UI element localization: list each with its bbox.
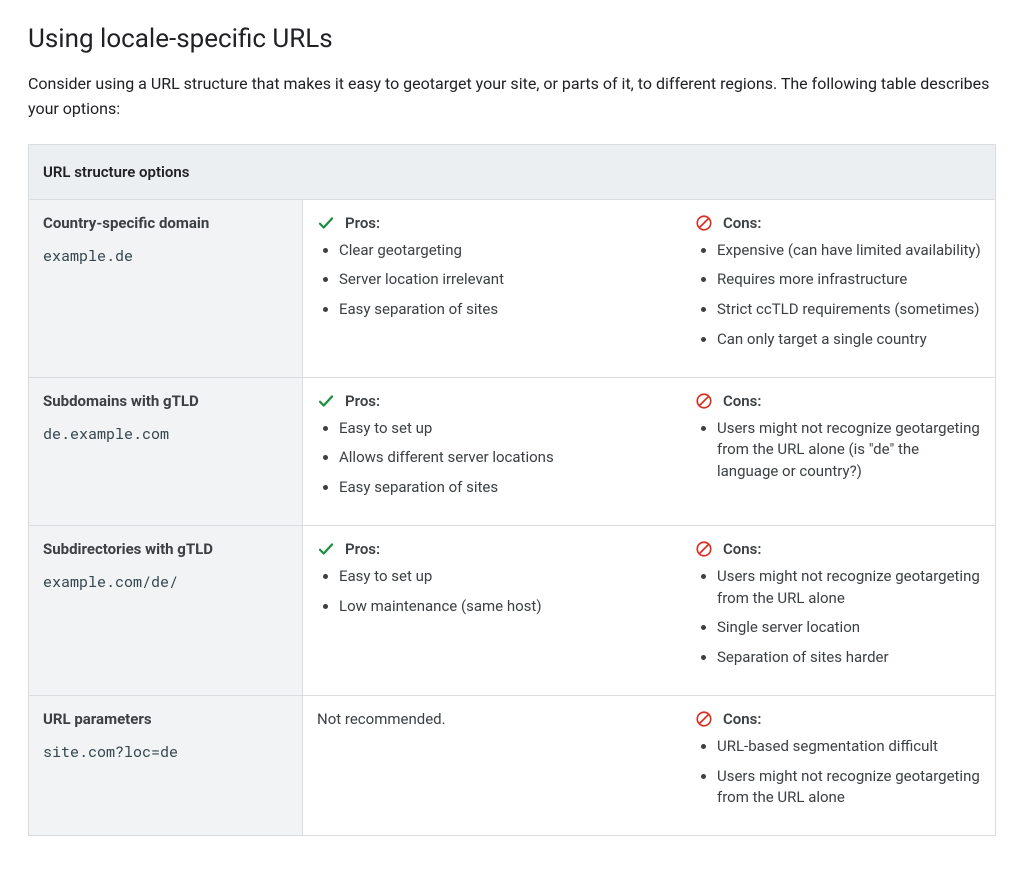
cons-list: Expensive (can have limited availability… (695, 240, 981, 351)
check-icon (317, 214, 335, 232)
list-item: Easy separation of sites (339, 477, 667, 499)
table-row: URL parameters site.com?loc=de Not recomme… (29, 695, 996, 835)
pros-cell: Pros: Easy to set up Allows different serv… (303, 377, 682, 525)
list-item: Strict ccTLD requirements (sometimes) (717, 299, 981, 321)
intro-paragraph: Consider using a URL structure that make… (28, 72, 996, 122)
pros-text: Not recommended. (317, 710, 667, 728)
pros-list: Clear geotargeting Server location irrele… (317, 240, 667, 321)
pros-list: Easy to set up Allows different server lo… (317, 418, 667, 499)
cons-cell: Cons: URL-based segmentation difficult Use… (681, 695, 996, 835)
pros-label: Pros: (345, 540, 380, 558)
list-item: Clear geotargeting (339, 240, 667, 262)
cons-cell: Cons: Users might not recognize geotarget… (681, 525, 996, 695)
option-example: site.com?loc=de (43, 742, 288, 762)
option-name: Country-specific domain (43, 214, 288, 232)
option-name: Subdirectories with gTLD (43, 540, 288, 558)
list-item: Server location irrelevant (339, 269, 667, 291)
table-header: URL structure options (29, 144, 996, 199)
table-row: Country-specific domain example.de Pros: Cl… (29, 199, 996, 377)
list-item: Easy separation of sites (339, 299, 667, 321)
prohibited-icon (695, 540, 713, 558)
option-example: example.com/de/ (43, 572, 288, 592)
cons-list: Users might not recognize geotargeting f… (695, 418, 981, 483)
cons-label-row: Cons: (695, 214, 981, 232)
pros-label: Pros: (345, 214, 380, 232)
list-item: Allows different server locations (339, 447, 667, 469)
cons-label-row: Cons: (695, 710, 981, 728)
option-example: de.example.com (43, 424, 288, 444)
cons-list: URL-based segmentation difficult Users mi… (695, 736, 981, 809)
list-item: Easy to set up (339, 566, 667, 588)
url-structure-table: URL structure options Country-specific d… (28, 144, 996, 837)
prohibited-icon (695, 392, 713, 410)
cons-label-row: Cons: (695, 392, 981, 410)
list-item: Easy to set up (339, 418, 667, 440)
option-name: Subdomains with gTLD (43, 392, 288, 410)
pros-label-row: Pros: (317, 540, 667, 558)
option-cell: Subdomains with gTLD de.example.com (29, 377, 303, 525)
option-cell: URL parameters site.com?loc=de (29, 695, 303, 835)
page-title: Using locale-specific URLs (28, 24, 996, 54)
list-item: Can only target a single country (717, 329, 981, 351)
list-item: Low maintenance (same host) (339, 596, 667, 618)
check-icon (317, 392, 335, 410)
option-example: example.de (43, 246, 288, 266)
cons-label-row: Cons: (695, 540, 981, 558)
cons-cell: Cons: Expensive (can have limited availab… (681, 199, 996, 377)
list-item: Requires more infrastructure (717, 269, 981, 291)
list-item: Separation of sites harder (717, 647, 981, 669)
pros-cell: Pros: Clear geotargeting Server location i… (303, 199, 682, 377)
cons-label: Cons: (723, 392, 761, 410)
prohibited-icon (695, 214, 713, 232)
option-name: URL parameters (43, 710, 288, 728)
cons-label: Cons: (723, 540, 761, 558)
table-row: Subdirectories with gTLD example.com/de/P… (29, 525, 996, 695)
pros-cell: Not recommended. (303, 695, 682, 835)
pros-label-row: Pros: (317, 214, 667, 232)
check-icon (317, 540, 335, 558)
list-item: Single server location (717, 617, 981, 639)
cons-label: Cons: (723, 214, 761, 232)
cons-list: Users might not recognize geotargeting f… (695, 566, 981, 669)
pros-cell: Pros: Easy to set up Low maintenance (same… (303, 525, 682, 695)
pros-label: Pros: (345, 392, 380, 410)
cons-label: Cons: (723, 710, 761, 728)
list-item: URL-based segmentation difficult (717, 736, 981, 758)
option-cell: Country-specific domain example.de (29, 199, 303, 377)
list-item: Expensive (can have limited availability… (717, 240, 981, 262)
list-item: Users might not recognize geotargeting f… (717, 766, 981, 810)
option-cell: Subdirectories with gTLD example.com/de/ (29, 525, 303, 695)
prohibited-icon (695, 710, 713, 728)
table-row: Subdomains with gTLD de.example.com Pros: E… (29, 377, 996, 525)
pros-label-row: Pros: (317, 392, 667, 410)
list-item: Users might not recognize geotargeting f… (717, 566, 981, 610)
list-item: Users might not recognize geotargeting f… (717, 418, 981, 483)
cons-cell: Cons: Users might not recognize geotarget… (681, 377, 996, 525)
pros-list: Easy to set up Low maintenance (same host… (317, 566, 667, 618)
